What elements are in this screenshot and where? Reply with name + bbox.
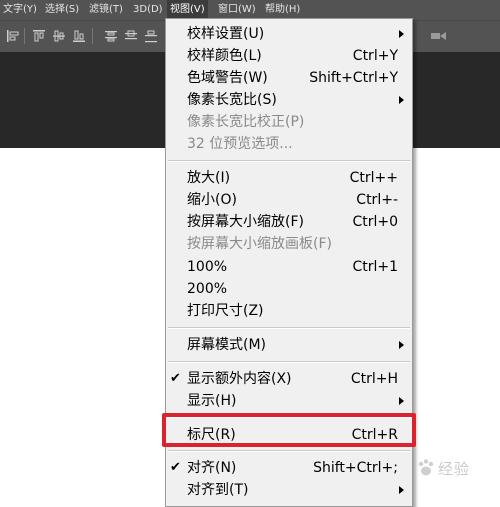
menu-item-label: 校样设置(U): [187, 26, 265, 42]
distribute-vcenter-icon[interactable]: [124, 29, 138, 43]
menu-help[interactable]: 帮助(H): [262, 0, 303, 20]
menu-item-shortcut: Ctrl+-: [356, 192, 398, 208]
paw-logo-icon: [418, 459, 434, 476]
highlight-annotation-box: [162, 413, 416, 447]
checkmark-icon: ✔: [170, 371, 181, 386]
align-top-icon[interactable]: [32, 29, 46, 43]
menu-item-shortcut: Ctrl+Y: [352, 48, 398, 64]
menu-type[interactable]: 文字(Y): [0, 0, 40, 20]
menu-item-label: 打印尺寸(Z): [187, 303, 264, 319]
menu-separator: [168, 160, 410, 162]
menu-item-print-size[interactable]: 打印尺寸(Z): [166, 300, 412, 322]
menu-select[interactable]: 选择(S): [42, 0, 82, 20]
menu-item-label: 像素长宽比校正(P): [187, 114, 305, 130]
menu-item-label: 按屏幕大小缩放(F): [187, 214, 304, 230]
menu-item-label: 200%: [187, 281, 228, 297]
menu-item-fit-artboard: 按屏幕大小缩放画板(F): [166, 233, 412, 255]
menu-item-shortcut: Shift+Ctrl+;: [313, 460, 398, 476]
menu-item-label: 按屏幕大小缩放画板(F): [187, 236, 332, 252]
menu-3d[interactable]: 3D(D): [130, 0, 166, 20]
checkmark-icon: ✔: [170, 460, 181, 475]
menu-item-label: 屏幕模式(M): [187, 337, 267, 353]
menu-item-shortcut: Ctrl+1: [352, 259, 398, 275]
menu-item-200-percent[interactable]: 200%: [166, 278, 412, 300]
menu-item-zoom-in[interactable]: 放大(I) Ctrl++: [166, 167, 412, 189]
menu-item-screen-mode[interactable]: 屏幕模式(M): [166, 334, 412, 356]
menu-item-pixel-aspect-ratio[interactable]: 像素长宽比(S): [166, 89, 412, 111]
menu-item-label: 放大(I): [187, 170, 231, 186]
menu-bar: 文字(Y) 选择(S) 滤镜(T) 3D(D) 视图(V) 窗口(W) 帮助(H…: [0, 0, 500, 20]
menu-item-shortcut: Ctrl+H: [350, 371, 398, 387]
menu-item-label: 缩小(O): [187, 192, 237, 208]
menu-item-label: 显示(H): [187, 393, 237, 409]
menu-window[interactable]: 窗口(W): [215, 0, 259, 20]
menu-item-label: 校样颜色(L): [187, 48, 262, 64]
3d-mode-icon[interactable]: [430, 29, 448, 43]
watermark: 经验: [416, 452, 496, 486]
menu-item-proof-colors[interactable]: 校样颜色(L) Ctrl+Y: [166, 45, 412, 67]
menu-separator: [168, 450, 410, 452]
distribute-top-icon[interactable]: [104, 29, 118, 43]
menu-item-shortcut: Shift+Ctrl+Y: [309, 70, 398, 86]
submenu-arrow-icon: [399, 96, 404, 104]
menu-item-fit-on-screen[interactable]: 按屏幕大小缩放(F) Ctrl+0: [166, 211, 412, 233]
menu-item-pixel-aspect-correction: 像素长宽比校正(P): [166, 111, 412, 133]
menu-item-label: 像素长宽比(S): [187, 92, 277, 108]
menu-item-label: 对齐(N): [187, 460, 237, 476]
menu-item-zoom-out[interactable]: 缩小(O) Ctrl+-: [166, 189, 412, 211]
submenu-arrow-icon: [399, 486, 404, 494]
menu-separator: [168, 361, 410, 363]
align-vcenter-icon[interactable]: [52, 29, 66, 43]
menu-item-label: 显示额外内容(X): [187, 371, 292, 387]
submenu-arrow-icon: [399, 341, 404, 349]
menu-item-gamut-warning[interactable]: 色域警告(W) Shift+Ctrl+Y: [166, 67, 412, 89]
menu-item-shortcut: Ctrl+0: [352, 214, 398, 230]
align-bottom-icon[interactable]: [72, 29, 86, 43]
menu-item-shortcut: Ctrl++: [349, 170, 398, 186]
menu-item-show-extras[interactable]: ✔ 显示额外内容(X) Ctrl+H: [166, 368, 412, 390]
align-left-icon[interactable]: [6, 29, 20, 43]
menu-item-snap-to[interactable]: 对齐到(T): [166, 479, 412, 501]
menu-separator: [168, 327, 410, 329]
submenu-arrow-icon: [399, 397, 404, 405]
menu-item-label: 32 位预览选项...: [187, 136, 293, 152]
distribute-bottom-icon[interactable]: [144, 29, 158, 43]
photoshop-window: 文字(Y) 选择(S) 滤镜(T) 3D(D) 视图(V) 窗口(W) 帮助(H…: [0, 0, 500, 507]
menu-item-32bit-preview: 32 位预览选项...: [166, 133, 412, 155]
submenu-arrow-icon: [399, 30, 404, 38]
options-divider: [92, 28, 93, 44]
menu-item-label: 对齐到(T): [187, 482, 249, 498]
menu-item-label: 100%: [187, 259, 228, 275]
menu-view[interactable]: 视图(V): [167, 0, 208, 20]
menu-item-show[interactable]: 显示(H): [166, 390, 412, 412]
options-divider: [24, 28, 25, 44]
menu-item-100-percent[interactable]: 100% Ctrl+1: [166, 256, 412, 278]
menu-item-label: 色域警告(W): [187, 70, 268, 86]
menu-filter[interactable]: 滤镜(T): [86, 0, 126, 20]
menu-item-proof-setup[interactable]: 校样设置(U): [166, 23, 412, 45]
menu-item-snap[interactable]: ✔ 对齐(N) Shift+Ctrl+;: [166, 457, 412, 479]
watermark-text: 经验: [438, 460, 471, 478]
